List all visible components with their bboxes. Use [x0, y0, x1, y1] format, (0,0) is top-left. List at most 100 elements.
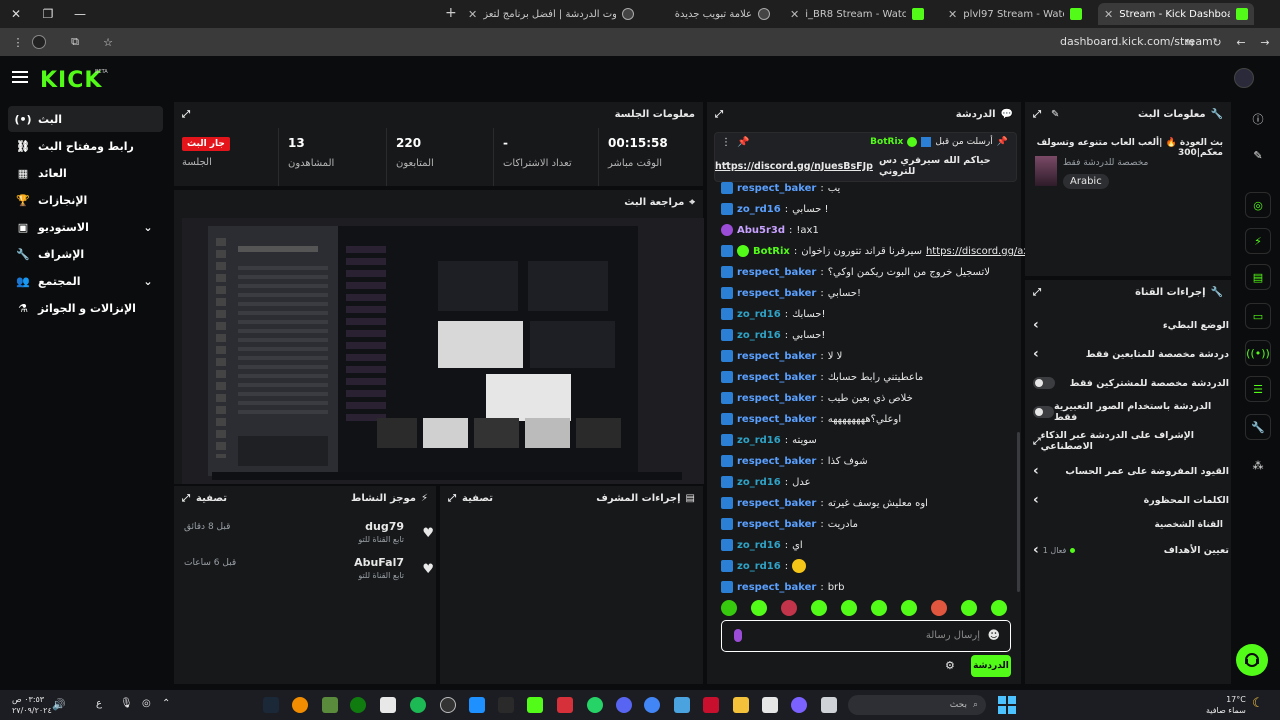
- expand-icon[interactable]: ⤢: [182, 109, 190, 120]
- chat-username[interactable]: zo_rd16: [737, 204, 781, 215]
- steam-icon[interactable]: [263, 697, 279, 713]
- app-icon[interactable]: [498, 697, 514, 713]
- chrome-icon[interactable]: [644, 697, 660, 713]
- integrations-icon[interactable]: ⁂: [1245, 452, 1271, 478]
- edit-icon[interactable]: ✎: [1051, 109, 1059, 120]
- weather-widget[interactable]: 17°C سماء صافية: [1206, 694, 1246, 716]
- sliders-icon[interactable]: ☰: [1245, 376, 1271, 402]
- emote-icon[interactable]: [961, 600, 977, 616]
- app-icon[interactable]: [674, 697, 690, 713]
- store-icon[interactable]: [762, 697, 778, 713]
- forward-icon[interactable]: ←: [1229, 30, 1253, 54]
- tray-expand-icon[interactable]: ⌃: [162, 698, 170, 709]
- minimize-window-icon[interactable]: —: [64, 0, 96, 28]
- close-tab-icon[interactable]: ✕: [1104, 8, 1113, 21]
- mic-icon[interactable]: 🎙: [120, 698, 133, 709]
- chat-link[interactable]: https://discord.gg/ax1: [926, 246, 1036, 257]
- input-language[interactable]: ع: [96, 698, 102, 709]
- sidebar-item-live[interactable]: (•) البث: [8, 106, 163, 132]
- emote-icon[interactable]: [811, 600, 827, 616]
- help-button[interactable]: [1236, 644, 1268, 676]
- kick-logo[interactable]: KICK: [40, 68, 102, 93]
- emote-only-toggle[interactable]: [1033, 406, 1054, 418]
- task-view-icon[interactable]: [821, 697, 837, 713]
- emote-icon[interactable]: [841, 600, 857, 616]
- wrench-icon[interactable]: 🔧: [1245, 414, 1271, 440]
- browser-tab[interactable]: ✕ بوت الدردشة | أفضل برنامج لتعز: [462, 3, 640, 25]
- chat-username[interactable]: zo_rd16: [737, 477, 781, 488]
- app-icon[interactable]: [703, 697, 719, 713]
- close-tab-icon[interactable]: ✕: [790, 8, 799, 21]
- sidebar-item-stream-key[interactable]: ⛓ رابط ومفتاح البث: [8, 133, 163, 159]
- info-icon[interactable]: ⓘ: [1245, 106, 1271, 132]
- tray-app-icon[interactable]: ◎: [142, 698, 151, 709]
- emote-icon[interactable]: [751, 600, 767, 616]
- file-explorer-icon[interactable]: [733, 697, 749, 713]
- chat-username[interactable]: respect_baker: [737, 414, 816, 425]
- reload-icon[interactable]: ↻: [1205, 30, 1229, 54]
- send-chat-button[interactable]: الدردشة: [971, 655, 1011, 677]
- more-options-icon[interactable]: ⋮: [721, 137, 731, 148]
- close-tab-icon[interactable]: ✕: [468, 8, 477, 21]
- expand-icon[interactable]: ⤢: [1033, 109, 1041, 120]
- emote-icon[interactable]: [721, 600, 737, 616]
- emote-icon[interactable]: [871, 600, 887, 616]
- chat-username[interactable]: zo_rd16: [737, 309, 781, 320]
- sidebar-item-studio[interactable]: ▣ الاستوديو ⌄: [8, 214, 163, 240]
- expand-icon[interactable]: ⤢: [448, 493, 456, 504]
- new-tab-button[interactable]: +: [445, 5, 457, 21]
- browser-tab-active[interactable]: ✕ Stream - Kick Dashboard: [1098, 3, 1254, 25]
- chat-username[interactable]: respect_baker: [737, 372, 816, 383]
- restore-window-icon[interactable]: ❐: [32, 0, 64, 28]
- pinned-user[interactable]: BotRix: [870, 137, 903, 147]
- subscribers-only-toggle[interactable]: [1033, 377, 1055, 389]
- chat-username[interactable]: respect_baker: [737, 183, 816, 194]
- emoji-icon[interactable]: ☻: [987, 628, 1000, 642]
- chat-username[interactable]: respect_baker: [737, 288, 816, 299]
- feed-user[interactable]: dug79: [365, 520, 404, 533]
- browser-tab[interactable]: علامة تبويب جديدة: [646, 3, 776, 25]
- chat-username[interactable]: respect_baker: [737, 351, 816, 362]
- followers-only-row[interactable]: ‹ دردشة مخصصة للمتابعين فقط: [1033, 343, 1229, 365]
- chat-input[interactable]: إرسال رسالة ☻: [721, 620, 1011, 652]
- chat-username[interactable]: respect_baker: [737, 393, 816, 404]
- expand-icon[interactable]: ⤢: [182, 493, 190, 504]
- chat-username[interactable]: respect_baker: [737, 498, 816, 509]
- start-button[interactable]: [998, 696, 1016, 714]
- feed-user[interactable]: AbuFal7: [354, 556, 404, 569]
- stream-preview-video[interactable]: [182, 218, 704, 484]
- chat-username[interactable]: BotRix: [753, 246, 790, 257]
- close-window-icon[interactable]: ✕: [0, 0, 32, 28]
- goals-row[interactable]: ‹ فعال 1 تعيين الأهداف: [1033, 539, 1229, 561]
- close-tab-icon[interactable]: ✕: [948, 8, 957, 21]
- emote-icon[interactable]: [931, 600, 947, 616]
- back-icon[interactable]: →: [1253, 30, 1277, 54]
- broadcast-icon[interactable]: ((•)): [1245, 340, 1271, 366]
- sidebar-item-moderation[interactable]: 🔧 الإشراف: [8, 241, 163, 267]
- sidebar-item-achievements[interactable]: 🏆 الإنجازات: [8, 187, 163, 213]
- target-icon[interactable]: ◎: [1245, 192, 1271, 218]
- chat-username[interactable]: respect_baker: [737, 267, 816, 278]
- avatar[interactable]: [1234, 68, 1254, 88]
- mic-icon[interactable]: [734, 629, 742, 642]
- chat-username[interactable]: zo_rd16: [737, 330, 781, 341]
- pinned-link[interactable]: https://discord.gg/nJuesBsFJp: [715, 161, 873, 172]
- minecraft-icon[interactable]: [322, 697, 338, 713]
- copilot-icon[interactable]: [791, 697, 807, 713]
- slow-mode-row[interactable]: ‹ الوضع البطيء: [1033, 314, 1229, 336]
- browser-tab[interactable]: ✕ i_BR8 Stream - Watch Live on K: [784, 3, 930, 25]
- profile-icon[interactable]: [27, 30, 51, 54]
- chat-username[interactable]: Abu5r3d: [737, 225, 785, 236]
- spotify-icon[interactable]: [410, 697, 426, 713]
- sidebar-item-drops[interactable]: ⚗ الإنزالات و الجوائز: [8, 295, 163, 321]
- sidebar-item-community[interactable]: 👥 المجتمع ⌄: [8, 268, 163, 294]
- bolt-icon[interactable]: ⚡: [1245, 228, 1271, 254]
- emote-icon[interactable]: [781, 600, 797, 616]
- xbox-icon[interactable]: [350, 697, 366, 713]
- expand-icon[interactable]: ⤢: [1033, 287, 1041, 298]
- filter-button[interactable]: تصفية: [196, 493, 227, 504]
- chat-scrollbar[interactable]: [1017, 432, 1020, 592]
- sidebar-item-revenue[interactable]: ▦ العائد: [8, 160, 163, 186]
- app-icon[interactable]: [557, 697, 573, 713]
- banned-words-row[interactable]: ‹ الكلمات المحظورة: [1033, 489, 1229, 511]
